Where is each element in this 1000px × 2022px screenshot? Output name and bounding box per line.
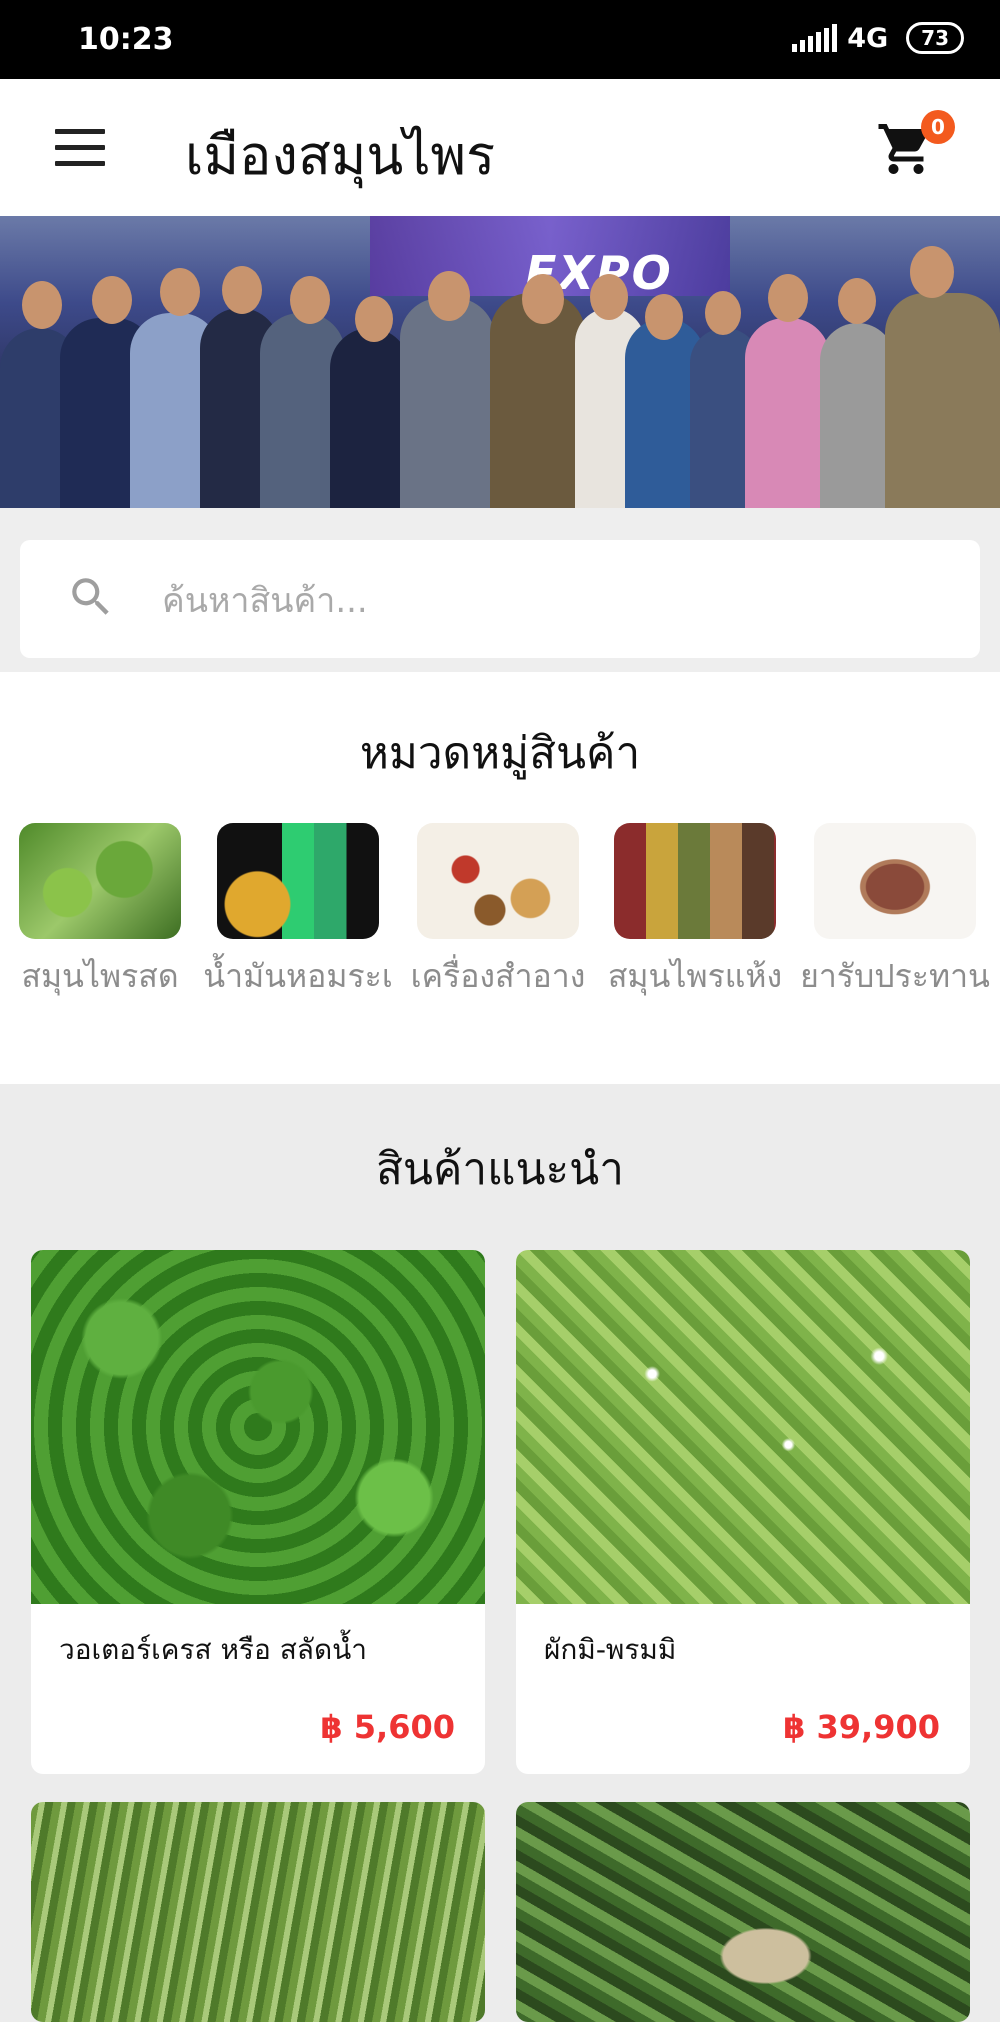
category-item[interactable]: สมุนไพรสด bbox=[0, 823, 200, 995]
category-label: น้ำมันหอมระเ bbox=[203, 957, 393, 995]
product-image bbox=[31, 1802, 485, 2022]
category-image bbox=[417, 823, 579, 939]
categories-title: หมวดหมู่สินค้า bbox=[359, 728, 641, 779]
category-item[interactable]: เครื่องสำอาง bbox=[398, 823, 598, 995]
category-image bbox=[19, 823, 181, 939]
category-label: ยารับประทาน bbox=[800, 957, 990, 995]
status-time: 10:23 bbox=[78, 22, 174, 57]
status-icons: 4G 73 bbox=[792, 22, 964, 54]
menu-icon[interactable] bbox=[55, 129, 105, 167]
product-image bbox=[31, 1250, 485, 1604]
category-item[interactable]: ยารับประทาน bbox=[795, 823, 995, 995]
product-image bbox=[516, 1802, 970, 2022]
product-card[interactable]: วอเตอร์เครส หรือ สลัดน้ำ ฿ 5,600 bbox=[31, 1250, 485, 1774]
app-title: เมืองสมุนไพร bbox=[185, 124, 496, 187]
search-icon[interactable] bbox=[66, 572, 116, 622]
product-image bbox=[516, 1250, 970, 1604]
category-item[interactable]: น้ำมันหอมระเ bbox=[198, 823, 398, 995]
search-input[interactable] bbox=[160, 578, 944, 624]
product-price: ฿ 39,900 bbox=[783, 1708, 940, 1746]
featured-section: สินค้าแนะนำ วอเตอร์เครส หรือ สลัดน้ำ ฿ 5… bbox=[0, 1084, 1000, 2022]
network-type: 4G bbox=[847, 22, 889, 54]
product-name: ผักมิ-พรมมิ bbox=[544, 1633, 677, 1666]
featured-title: สินค้าแนะนำ bbox=[376, 1144, 624, 1195]
product-name: วอเตอร์เครส หรือ สลัดน้ำ bbox=[59, 1633, 367, 1666]
signal-icon bbox=[792, 24, 838, 52]
category-label: สมุนไพรแห้ง bbox=[607, 957, 783, 995]
category-item[interactable]: สมุนไพรแห้ง bbox=[595, 823, 795, 995]
category-label: สมุนไพรสด bbox=[21, 957, 179, 995]
category-label: เครื่องสำอาง bbox=[410, 957, 586, 995]
app-bar: เมืองสมุนไพร bbox=[0, 79, 1000, 216]
category-image bbox=[217, 823, 379, 939]
category-image bbox=[814, 823, 976, 939]
product-card[interactable] bbox=[516, 1802, 970, 2022]
product-card[interactable]: ผักมิ-พรมมิ ฿ 39,900 bbox=[516, 1250, 970, 1774]
battery-icon: 73 bbox=[906, 22, 964, 54]
banner-carousel[interactable]: EXPO bbox=[0, 216, 1000, 508]
status-bar: 10:23 4G 73 bbox=[0, 0, 1000, 79]
product-price: ฿ 5,600 bbox=[320, 1708, 455, 1746]
categories-section: หมวดหมู่สินค้า สมุนไพรสด น้ำมันหอมระเ เค… bbox=[0, 672, 1000, 1084]
cart-badge: 0 bbox=[921, 110, 955, 144]
category-image bbox=[614, 823, 776, 939]
product-card[interactable] bbox=[31, 1802, 485, 2022]
